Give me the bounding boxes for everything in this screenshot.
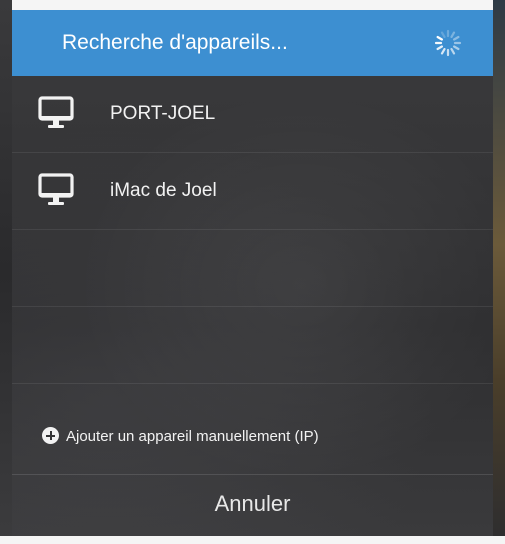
device-label: iMac de Joel	[110, 180, 217, 201]
device-item-port-joel[interactable]: PORT-JOEL	[12, 76, 493, 153]
cancel-label: Annuler	[214, 491, 291, 516]
empty-list-row	[12, 230, 493, 307]
device-search-dialog: Recherche d'appareils... PORT-JOEL iMac …	[12, 10, 493, 536]
add-device-manually-button[interactable]: Ajouter un appareil manuellement (IP)	[12, 400, 493, 475]
monitor-icon	[38, 173, 74, 205]
cancel-button[interactable]: Annuler	[12, 475, 493, 536]
monitor-icon	[38, 96, 74, 128]
loading-spinner-icon	[434, 29, 462, 57]
background-right	[493, 0, 505, 544]
background-left	[0, 0, 12, 544]
background-bottom	[0, 536, 505, 544]
empty-list-row	[12, 307, 493, 384]
dialog-title: Recherche d'appareils...	[62, 31, 288, 54]
plus-circle-icon	[42, 427, 59, 444]
device-label: PORT-JOEL	[110, 103, 216, 124]
background-top	[0, 0, 505, 10]
device-item-imac-de-joel[interactable]: iMac de Joel	[12, 153, 493, 230]
dialog-header: Recherche d'appareils...	[12, 10, 493, 76]
add-device-label: Ajouter un appareil manuellement (IP)	[66, 428, 319, 445]
